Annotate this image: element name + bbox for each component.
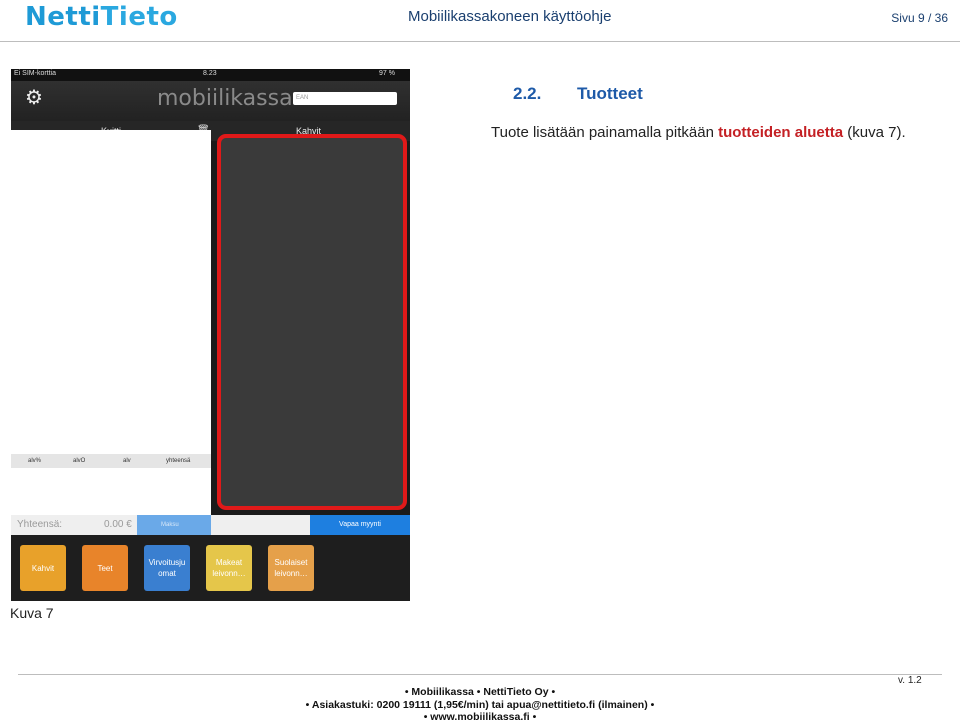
footer-divider — [18, 674, 942, 675]
footer-line-company: • Mobiilikassa • NettiTieto Oy • — [404, 686, 556, 698]
page-number: Sivu 9 / 36 — [891, 11, 948, 25]
section-title: Tuotteet — [577, 84, 643, 103]
app-brand: mobiilikassa — [157, 86, 293, 111]
paragraph-highlight: tuotteiden aluetta — [718, 124, 844, 141]
tax-col-tax: alv — [123, 458, 131, 464]
version-label: v. 1.2 — [898, 675, 922, 686]
status-time: 8.23 — [203, 70, 217, 77]
paragraph-text-before: Tuote lisätään painamalla pitkään — [491, 124, 719, 141]
tax-header-row: alv% alvO alv yhteensä — [11, 454, 211, 468]
category-button-suolaiset[interactable]: Suolaiset leivonn… — [268, 545, 314, 591]
products-area-highlighted[interactable] — [217, 134, 407, 510]
category-button-teet[interactable]: Teet — [82, 545, 128, 591]
section-heading: 2.2. Tuotteet — [513, 84, 643, 104]
category-button-kahvit[interactable]: Kahvit — [20, 545, 66, 591]
total-value: 0.00 € — [104, 519, 132, 530]
section-number: 2.2. — [513, 84, 542, 103]
tax-col-total: yhteensä — [166, 458, 191, 464]
body-paragraph: Tuote lisätään painamalla pitkään tuotte… — [491, 124, 906, 141]
footer-line-website: • www.mobiilikassa.fi • — [423, 711, 537, 723]
document-title: Mobiilikassakoneen käyttöohje — [408, 8, 612, 25]
paragraph-text-after: (kuva 7). — [843, 124, 906, 141]
tax-col-net: alvO — [73, 458, 86, 464]
status-battery: 97 % — [379, 70, 395, 77]
figure-caption: Kuva 7 — [10, 605, 54, 621]
ios-status-bar: Ei SIM-korttia 8.23 97 % — [11, 69, 410, 81]
status-carrier: Ei SIM-korttia — [14, 70, 57, 77]
pay-button[interactable]: Maksu — [137, 515, 211, 535]
total-label: Yhteensä: — [17, 519, 63, 530]
logo-part-netti: Netti — [25, 2, 101, 32]
tax-col-rate: alv% — [28, 458, 42, 464]
logo-part-tieto: Tieto — [100, 2, 178, 32]
tax-summary-area — [11, 468, 211, 516]
nettitieto-logo: NettiTieto — [25, 2, 178, 32]
app-toolbar: ⚙ mobiilikassa EAN Kuitti 🗑 Kahvit — [11, 81, 410, 141]
ean-input[interactable]: EAN — [293, 92, 397, 105]
category-buttons: Kahvit Teet Virvoitusju omat Makeat leiv… — [11, 535, 410, 601]
category-button-virvoitusjuomat[interactable]: Virvoitusju omat — [144, 545, 190, 591]
header-divider — [0, 41, 960, 42]
category-button-makeat[interactable]: Makeat leivonn… — [206, 545, 252, 591]
total-bar: Yhteensä: 0.00 € Maksu Vapaa myynti — [11, 515, 410, 535]
gear-icon[interactable]: ⚙ — [25, 88, 45, 108]
free-sale-button[interactable]: Vapaa myynti — [310, 515, 410, 535]
footer-line-support: • Asiakastuki: 0200 19111 (1,95€/min) ta… — [305, 699, 655, 711]
app-screenshot: Ei SIM-korttia 8.23 97 % ⚙ mobiilikassa … — [11, 69, 410, 601]
